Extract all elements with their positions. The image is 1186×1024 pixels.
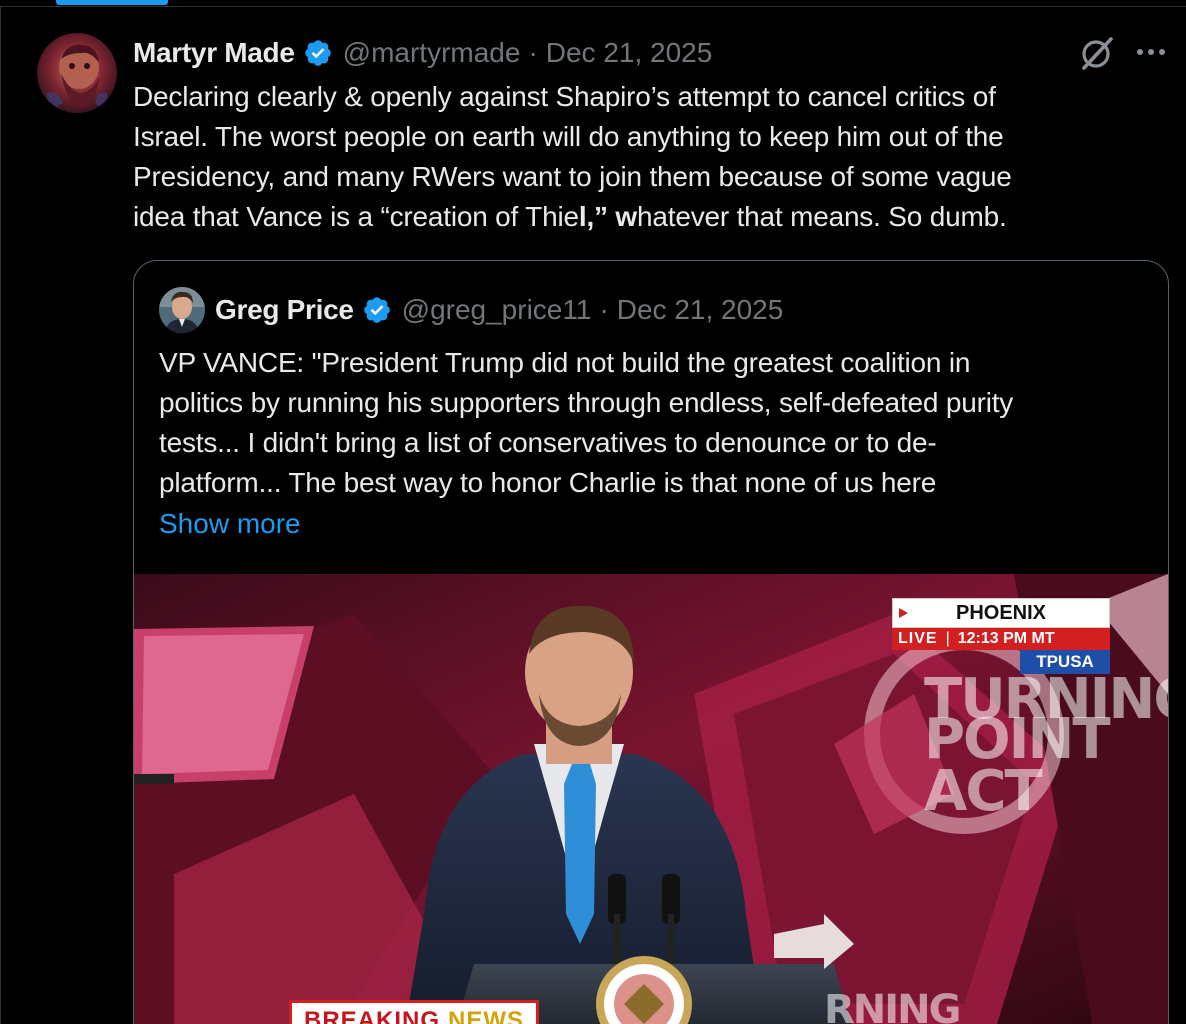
quote-line: platform... The best way to honor Charli… (159, 467, 937, 498)
quote-author-name[interactable]: Greg Price (215, 294, 354, 326)
tweet-line: Declaring clearly & openly against Shapi… (133, 81, 996, 112)
tweet-line: Presidency, and many RWers want to join … (133, 161, 1012, 192)
tweet-view: Martyr Made @martyrmade · Dec 21, 2025 D… (0, 0, 1186, 1024)
bug-separator: | (945, 630, 950, 647)
play-arrow-icon (899, 608, 908, 618)
breaking-news-banner: BREAKING NEWS (289, 1000, 540, 1024)
separator-dot: · (599, 294, 609, 325)
quote-header: Greg Price @greg_price11 · Dec 21, 2025 (159, 287, 783, 333)
tweet-body: Declaring clearly & openly against Shapi… (133, 77, 1153, 237)
quote-body: VP VANCE: "President Trump did not build… (159, 343, 1159, 503)
quote-author-handle[interactable]: @greg_price11 (402, 294, 592, 326)
stage-text-bottom: RNING (824, 987, 961, 1024)
bug-live-bar: LIVE | 12:13 PM MT (892, 628, 1110, 650)
text-segment: hatever that means. So dumb. (637, 201, 1007, 232)
news-label: NEWS (448, 1007, 525, 1024)
quote-line: tests... I didn't bring a list of conser… (159, 427, 937, 458)
author-avatar[interactable] (37, 33, 117, 113)
bold-segment: w (615, 201, 638, 232)
avatar-bust-image (37, 33, 117, 113)
left-divider (0, 6, 1, 1024)
quote-line: politics by running his supporters throu… (159, 387, 1014, 418)
bug-location-bar: PHOENIX (892, 598, 1110, 628)
bug-network-row: TPUSA (892, 650, 1110, 674)
author-display-name[interactable]: Martyr Made (133, 37, 295, 69)
bug-city: PHOENIX (955, 601, 1047, 624)
author-handle[interactable]: @martyrmade (343, 37, 521, 69)
tweet-line: Israel. The worst people on earth will d… (133, 121, 1004, 152)
quoted-tweet-card[interactable]: Greg Price @greg_price11 · Dec 21, 2025 … (133, 260, 1169, 1024)
tweet-date[interactable]: Dec 21, 2025 (546, 37, 713, 69)
quote-author-avatar[interactable] (159, 287, 205, 333)
quote-line: VP VANCE: "President Trump did not build… (159, 347, 971, 378)
broadcast-bug: PHOENIX LIVE | 12:13 PM MT TPUSA (892, 598, 1110, 674)
tweet-line-last: idea that Vance is a “creation of Thiel,… (133, 197, 1153, 237)
stage-text-mid: POINT ACT (924, 707, 1111, 824)
bug-time: 12:13 PM MT (957, 630, 1055, 647)
bold-segment: l,” (578, 201, 608, 232)
verified-badge-icon[interactable] (303, 38, 333, 68)
tweet-header: Martyr Made @martyrmade · Dec 21, 2025 (133, 33, 712, 73)
breaking-label: BREAKING (304, 1007, 441, 1024)
text-segment: idea that Vance is a “creation of Thie (133, 201, 579, 232)
active-tab-indicator[interactable] (56, 0, 168, 5)
top-divider (0, 6, 1186, 7)
quote-media-video[interactable]: TURNING POINT ACT RNING PHOENIX LIVE | 1… (134, 574, 1168, 1024)
grok-icon[interactable] (1078, 34, 1116, 72)
avatar-photo-image (159, 287, 205, 333)
bug-network: TPUSA (1020, 650, 1110, 674)
quote-date[interactable]: Dec 21, 2025 (617, 294, 784, 326)
show-more-link[interactable]: Show more (159, 504, 301, 544)
more-options-icon[interactable] (1134, 40, 1168, 64)
bug-live-label: LIVE (898, 630, 938, 647)
separator-dot: · (528, 37, 538, 68)
verified-badge-icon[interactable] (362, 295, 392, 325)
